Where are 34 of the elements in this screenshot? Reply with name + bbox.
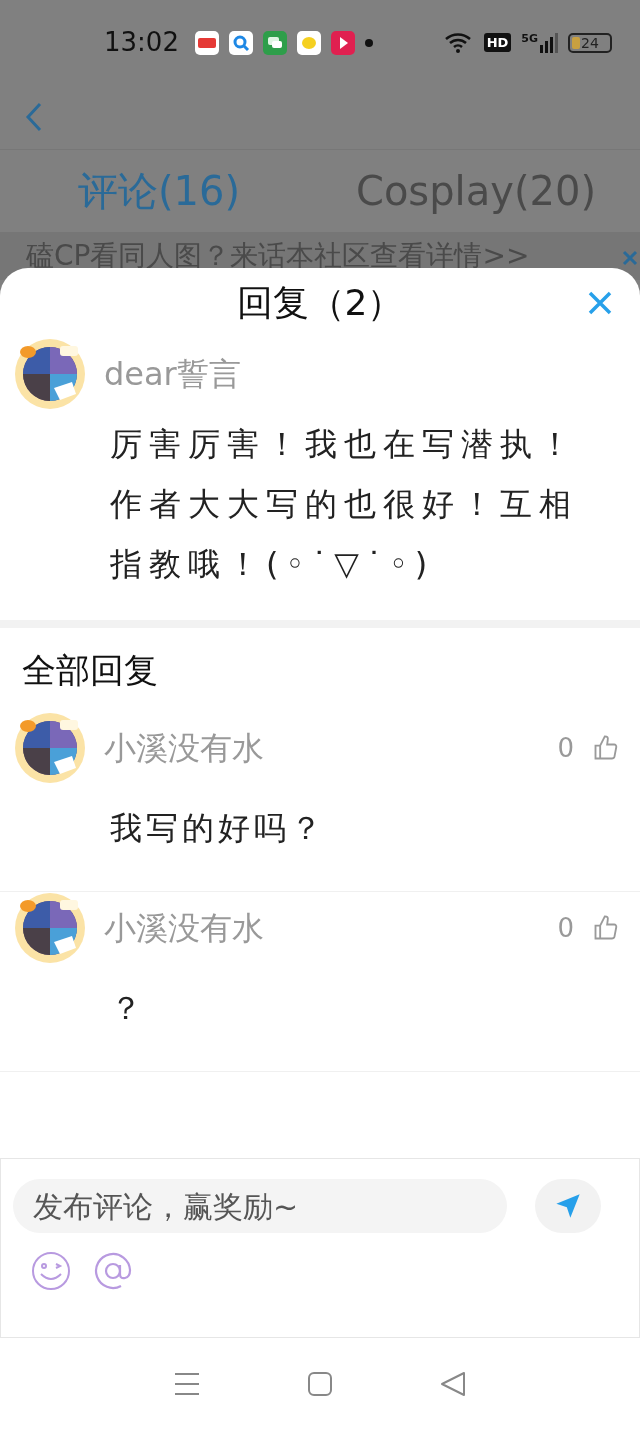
network-label: 5G xyxy=(521,32,538,44)
search-app-icon xyxy=(228,30,253,55)
menu-icon[interactable] xyxy=(173,1371,200,1396)
author-name[interactable]: 小溪没有水 xyxy=(104,904,540,952)
thumbs-up-icon[interactable] xyxy=(592,734,620,762)
back-icon[interactable] xyxy=(24,101,44,133)
like-count: 0 xyxy=(557,911,574,945)
like-count: 0 xyxy=(557,731,574,765)
sheet-title: 回复（2） xyxy=(236,281,404,325)
reply-text: ？ xyxy=(110,988,147,1029)
mascot-app-icon xyxy=(296,30,321,55)
home-icon[interactable] xyxy=(307,1370,333,1397)
send-icon xyxy=(554,1192,582,1220)
comment-input[interactable]: 发布评论，赢奖励~ xyxy=(13,1179,507,1233)
close-icon[interactable] xyxy=(587,290,613,316)
battery-icon: 24 xyxy=(568,32,612,53)
author-name[interactable]: dear誓言 xyxy=(104,350,241,398)
dot-icon xyxy=(364,38,373,47)
mention-icon[interactable] xyxy=(93,1251,133,1291)
send-button[interactable] xyxy=(535,1179,601,1233)
hd-badge: HD xyxy=(483,32,512,53)
signal-icon xyxy=(540,32,558,53)
chat-app-icon xyxy=(262,30,287,55)
section-heading: 全部回复 xyxy=(22,648,158,692)
news-app-icon xyxy=(194,30,219,55)
video-app-icon xyxy=(330,30,355,55)
reply-text: 我写的好吗？ xyxy=(110,808,327,849)
tab[interactable]: 评论(16) xyxy=(78,161,241,221)
emoji-icon[interactable] xyxy=(31,1251,71,1291)
thumbs-up-icon[interactable] xyxy=(592,914,620,942)
back-icon[interactable] xyxy=(440,1370,467,1397)
author-name[interactable]: 小溪没有水 xyxy=(104,724,540,772)
comment-text: 厉害厉害！我也在写潜执！作者大大写的也很好！互相指教哦！(◦˙▽˙◦) xyxy=(110,424,579,585)
clock: 13:02 xyxy=(104,26,179,59)
